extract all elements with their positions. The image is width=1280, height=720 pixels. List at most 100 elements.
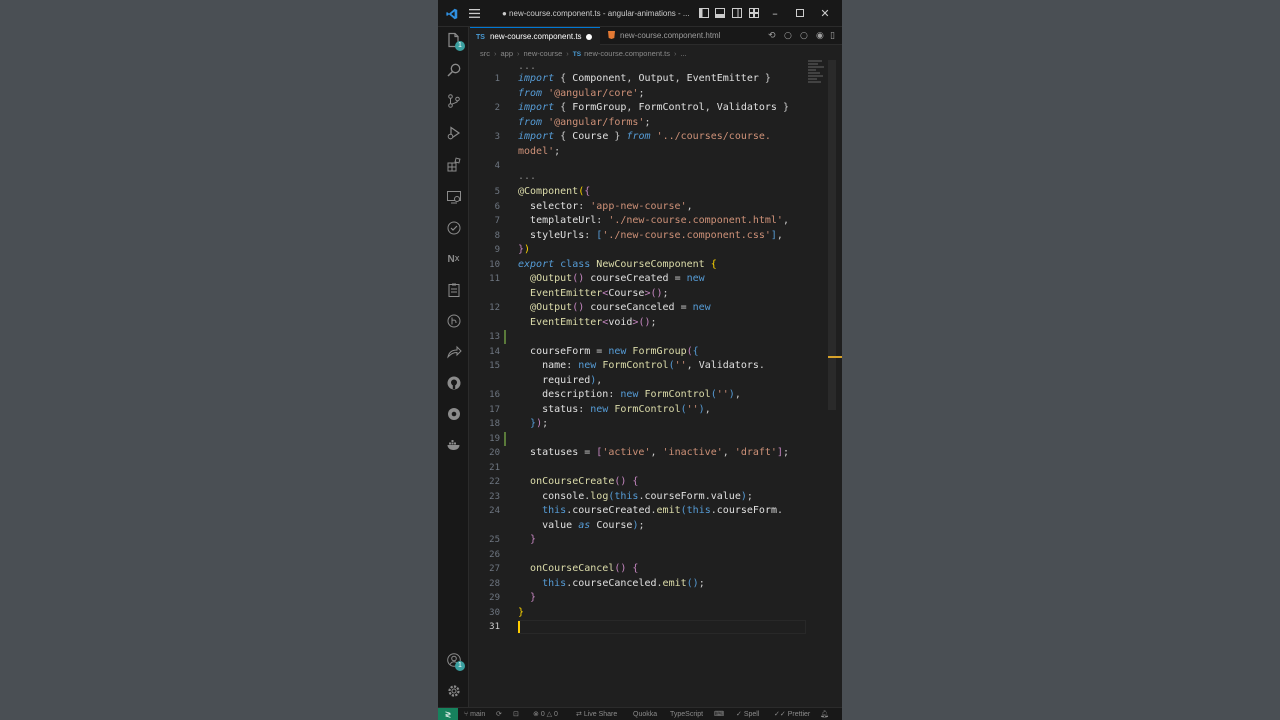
title-bar: ● new-course.component.ts - angular-anim… — [438, 0, 842, 27]
code-line: model'; — [518, 145, 561, 157]
window-title: ● new-course.component.ts - angular-anim… — [502, 9, 690, 18]
nx-icon[interactable]: NX — [438, 246, 469, 272]
code-line: 7 templateUrl: './new-course.component.h… — [494, 215, 789, 226]
code-line: 27 onCourseCancel() { — [489, 563, 639, 574]
typescript-file-icon: TS — [476, 34, 485, 41]
code-line: 29 } — [489, 592, 537, 603]
activity-bar: 1 NX 1 — [438, 27, 469, 707]
code-line: 30} — [489, 606, 525, 618]
go-forward-icon[interactable]: ○ — [800, 27, 808, 45]
code-line: 16 description: new FormControl(''), — [489, 389, 741, 400]
code-line: 19 — [470, 431, 830, 446]
code-line: 5 @Component({ — [494, 186, 591, 197]
problems-item[interactable]: ⊗ 0 △ 0 — [533, 708, 558, 720]
extensions-icon[interactable] — [438, 152, 469, 178]
go-back-icon[interactable]: ○ — [784, 27, 792, 45]
explorer-icon[interactable]: 1 — [438, 27, 469, 53]
breadcrumb-symbol[interactable]: ... — [681, 49, 687, 58]
branch-item[interactable]: ⑂ main — [464, 708, 485, 720]
code-line: EventEmitter<void>(); — [530, 316, 657, 328]
tab-new-course-component-ts[interactable]: TS new-course.component.ts — [470, 27, 600, 45]
search-icon[interactable] — [438, 57, 469, 83]
split-editor-icon[interactable]: ▯ — [830, 27, 835, 45]
code-line: 22 onCourseCreate() { — [489, 476, 639, 487]
tab-label: new-course.component.html — [620, 31, 721, 40]
status-bar: ≷ ⑂ main ⟳ ⊡ ⊗ 0 △ 0 ⇄ Live Share Quokka… — [438, 707, 842, 720]
compare-changes-icon[interactable]: ⟲ — [768, 27, 776, 45]
vscode-window: ● new-course.component.ts - angular-anim… — [438, 0, 842, 720]
code-line: 6 selector: 'app-new-course', — [494, 200, 693, 212]
remote-indicator-icon[interactable]: ≷ — [438, 708, 458, 720]
code-editor[interactable]: ... 1 import { Component, Output, EventEm… — [470, 60, 830, 706]
code-line: 20 statuses = ['active', 'inactive', 'dr… — [489, 447, 790, 458]
accounts-icon[interactable]: 1 — [438, 647, 469, 673]
current-line-number: 31 — [489, 622, 500, 632]
code-line-current[interactable]: 31 — [470, 620, 830, 634]
code-line: 1 import { Component, Output, EventEmitte… — [494, 73, 771, 84]
minimize-icon[interactable]: – — [768, 0, 782, 27]
typescript-file-icon: TS — [572, 51, 582, 58]
code-line: 11 @Output() courseCreated = new — [489, 273, 705, 284]
gear-icon[interactable] — [438, 678, 469, 704]
code-line: 12 @Output() courseCanceled = new — [489, 302, 711, 313]
code-line: from '@angular/core'; — [518, 87, 645, 99]
code-line: 21 — [489, 462, 500, 473]
code-line: 18 }); — [489, 418, 549, 429]
open-changes-icon[interactable]: ◉ — [816, 27, 824, 45]
code-line: 28 this.courseCanceled.emit(); — [489, 577, 705, 589]
toggle-secondary-sidebar-icon[interactable] — [730, 0, 744, 27]
live-share-item[interactable]: ⇄ Live Share — [576, 708, 617, 720]
code-line: 24 this.courseCreated.emit(this.courseFo… — [489, 505, 784, 516]
github-icon[interactable] — [438, 370, 469, 396]
menu-icon[interactable] — [466, 0, 482, 27]
clipboard-icon[interactable] — [438, 277, 469, 303]
code-line: 17 status: new FormControl(''), — [489, 403, 711, 415]
settings-sync-icon[interactable] — [438, 401, 469, 427]
breadcrumb-file[interactable]: new-course.component.ts — [584, 49, 670, 58]
code-line: 23 console.log(this.courseForm.value); — [489, 490, 753, 502]
live-share-icon[interactable] — [438, 339, 469, 365]
publish-icon[interactable]: ⊡ — [513, 708, 519, 720]
run-debug-icon[interactable] — [438, 120, 469, 146]
code-line: ... — [518, 171, 537, 182]
toggle-sidebar-icon[interactable] — [697, 0, 711, 27]
breadcrumb-new-course[interactable]: new-course — [524, 49, 563, 58]
tab-label: new-course.component.ts — [489, 32, 582, 41]
minimap[interactable] — [808, 60, 826, 90]
code-line: value as Course); — [542, 519, 645, 531]
code-line: 3 import { Course } from '../courses/cour… — [494, 131, 771, 142]
notifications-icon[interactable]: 🔔︎ — [820, 708, 829, 720]
breadcrumb: src › app › new-course › TS new-course.componen… — [480, 49, 687, 58]
keyboard-icon[interactable]: ⌨ — [714, 708, 724, 720]
sync-icon[interactable]: ⟳ — [496, 708, 502, 720]
explorer-badge: 1 — [455, 41, 465, 51]
testing-icon[interactable] — [438, 215, 469, 241]
breadcrumb-app[interactable]: app — [501, 49, 514, 58]
tab-new-course-component-html[interactable]: new-course.component.html — [602, 27, 728, 45]
code-line: EventEmitter<Course>(); — [530, 287, 669, 299]
code-line: 25 } — [489, 534, 537, 545]
quokka-item[interactable]: Quokka — [633, 708, 657, 720]
breadcrumb-src[interactable]: src — [480, 49, 490, 58]
unsaved-dot-icon[interactable] — [586, 34, 592, 40]
close-icon[interactable]: ✕ — [818, 0, 832, 27]
prettier-item[interactable]: ✓✓ Prettier — [774, 708, 810, 720]
code-line: 13 — [470, 330, 830, 344]
remote-explorer-icon[interactable] — [438, 184, 469, 210]
code-line: 2 import { FormGroup, FormControl, Valida… — [494, 102, 790, 113]
editor-tabs: TS new-course.component.ts new-course.com… — [470, 27, 842, 45]
maximize-icon[interactable] — [793, 0, 807, 27]
code-line: from '@angular/forms'; — [518, 116, 651, 128]
language-mode-item[interactable]: TypeScript — [670, 708, 703, 720]
source-control-icon[interactable] — [438, 88, 469, 114]
spell-item[interactable]: ✓ Spell — [736, 708, 759, 720]
code-line: 10 export class NewCourseComponent { — [489, 258, 717, 270]
scrollbar-marker — [828, 356, 842, 358]
docker-icon[interactable] — [438, 432, 469, 458]
git-graph-icon[interactable] — [438, 308, 469, 334]
toggle-panel-icon[interactable] — [713, 0, 727, 27]
text-cursor — [518, 621, 520, 633]
code-line: 15 name: new FormControl('', Validators. — [489, 360, 765, 371]
code-line: 9}) — [494, 244, 531, 255]
customize-layout-icon[interactable] — [747, 0, 761, 27]
